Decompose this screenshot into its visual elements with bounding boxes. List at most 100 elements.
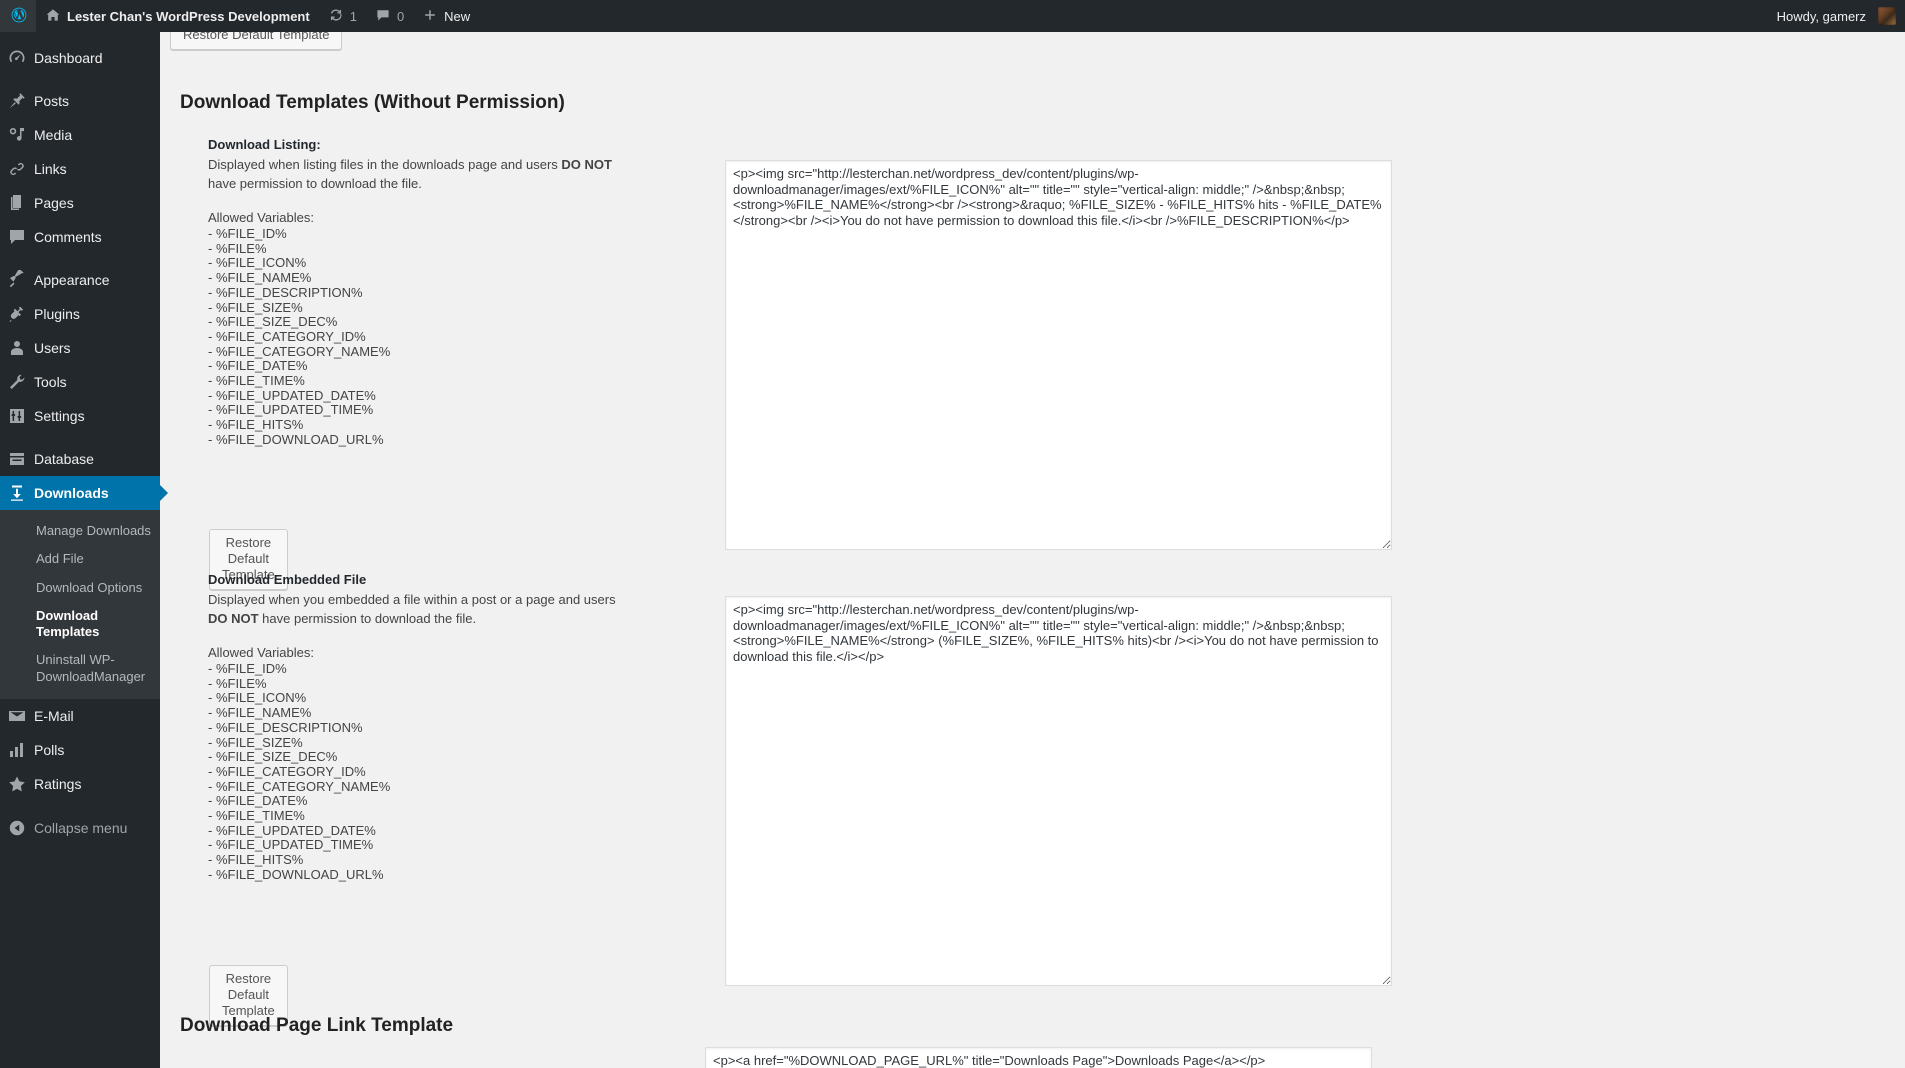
download-embedded-description: Displayed when you embedded a file withi…: [208, 590, 628, 629]
site-name-menu[interactable]: Lester Chan's WordPress Development: [36, 0, 319, 32]
sidebar-item-label: Settings: [34, 408, 85, 424]
variable-item: - %FILE_DESCRIPTION%: [208, 719, 363, 735]
sidebar-item-links[interactable]: Links: [0, 152, 160, 186]
comments-button[interactable]: 0: [366, 0, 413, 32]
sidebar-item-ratings[interactable]: Ratings: [0, 767, 160, 801]
sidebar-item-label: Pages: [34, 195, 74, 211]
sidebar-item-tools[interactable]: Tools: [0, 365, 160, 399]
wordpress-logo-button[interactable]: [0, 0, 36, 32]
database-icon: [0, 449, 34, 469]
sidebar-item-plugins[interactable]: Plugins: [0, 297, 160, 331]
sidebar-item-label: Dashboard: [34, 50, 103, 66]
menu-separator: [0, 75, 160, 84]
sidebar-item-label: Media: [34, 127, 73, 143]
download-embedded-label: Download Embedded File: [208, 572, 367, 587]
variable-item: - %FILE_CATEGORY_NAME%: [208, 343, 391, 359]
download-listing-description: Displayed when listing files in the down…: [208, 155, 628, 194]
download-icon: [0, 483, 34, 503]
variable-item: - %FILE_NAME%: [208, 705, 312, 721]
variable-item: - %FILE_DOWNLOAD_URL%: [208, 866, 384, 882]
updates-button[interactable]: 1: [319, 0, 366, 32]
appearance-brush-icon: [0, 270, 34, 290]
variable-item: - %FILE_SIZE%: [208, 734, 303, 750]
sidebar-item-settings[interactable]: Settings: [0, 399, 160, 433]
allowed-variables-title: Allowed Variables:: [208, 209, 314, 225]
variable-item: - %FILE_UPDATED_DATE%: [208, 822, 376, 838]
download-page-link-textarea[interactable]: [705, 1047, 1372, 1068]
submenu-item-manage-downloads[interactable]: Manage Downloads: [0, 517, 160, 545]
desc-part-2: have permission to download the file.: [258, 611, 477, 626]
sidebar-item-database[interactable]: Database: [0, 442, 160, 476]
download-embedded-textarea[interactable]: [725, 596, 1392, 986]
download-listing-textarea[interactable]: [725, 160, 1392, 550]
variable-item: - %FILE_SIZE_DEC%: [208, 314, 338, 330]
menu-separator: [0, 433, 160, 442]
page-title-download-page-link: Download Page Link Template: [180, 1015, 454, 1036]
sidebar-item-email[interactable]: E-Mail: [0, 699, 160, 733]
variable-item: - %FILE_SIZE%: [208, 299, 303, 315]
sidebar-item-media[interactable]: Media: [0, 118, 160, 152]
sidebar-item-appearance[interactable]: Appearance: [0, 263, 160, 297]
sidebar-item-label: Polls: [34, 741, 65, 758]
variable-item: - %FILE_ID%: [208, 226, 287, 241]
sidebar-item-polls[interactable]: Polls: [0, 733, 160, 767]
submenu-item-download-options[interactable]: Download Options: [0, 574, 160, 602]
sidebar-item-label: Posts: [34, 93, 70, 109]
page-title-without-permission: Download Templates (Without Permission): [180, 92, 565, 113]
sidebar-item-label: E-Mail: [34, 707, 74, 724]
variable-item: - %FILE_SIZE_DEC%: [208, 749, 338, 765]
variable-item: - %FILE_UPDATED_TIME%: [208, 837, 374, 853]
settings-sliders-icon: [0, 406, 34, 426]
allowed-variables-title: Allowed Variables:: [208, 644, 314, 660]
desc-part-1: Displayed when listing files in the down…: [208, 156, 562, 172]
sidebar-item-label: Appearance: [34, 272, 110, 288]
sidebar-item-label: Links: [34, 161, 67, 177]
admin-sidebar: Dashboard Posts Media Links Pages Commen…: [0, 32, 168, 1068]
sidebar-item-label: Tools: [34, 374, 67, 390]
home-icon: [45, 7, 61, 26]
restore-default-template-button-top[interactable]: Restore Default Template: [170, 32, 343, 50]
menu-spacer-top: [0, 32, 160, 41]
new-content-button[interactable]: New: [413, 0, 479, 32]
variable-item: - %FILE_TIME%: [208, 373, 305, 389]
content-area: Restore Default Template Download Templa…: [160, 32, 1905, 1068]
comment-icon: [0, 227, 34, 247]
sidebar-item-pages[interactable]: Pages: [0, 186, 160, 220]
sidebar-item-comments[interactable]: Comments: [0, 220, 160, 254]
dashboard-icon: [0, 48, 34, 68]
variable-item: - %FILE%: [208, 240, 267, 256]
star-icon: [0, 774, 34, 794]
download-listing-label-column: Download Listing: Displayed when listing…: [208, 135, 628, 448]
menu-separator: [0, 254, 160, 263]
sidebar-item-users[interactable]: Users: [0, 331, 160, 365]
plus-icon: [422, 7, 438, 26]
avatar: [1878, 7, 1896, 25]
new-content-label: New: [444, 8, 471, 24]
variable-item: - %FILE_CATEGORY_ID%: [208, 763, 366, 779]
my-account-menu[interactable]: Howdy, gamerz: [1768, 0, 1905, 32]
submenu-item-download-templates[interactable]: Download Templates: [0, 602, 160, 647]
howdy-label: Howdy, gamerz: [1776, 8, 1866, 24]
sidebar-item-dashboard[interactable]: Dashboard: [0, 41, 160, 75]
downloads-submenu: Manage Downloads Add File Download Optio…: [0, 510, 160, 699]
collapse-menu-button[interactable]: Collapse menu: [0, 811, 160, 845]
updates-icon: [328, 7, 344, 26]
sidebar-item-downloads[interactable]: Downloads: [0, 476, 168, 510]
sidebar-item-label: Plugins: [34, 306, 80, 322]
variable-item: - %FILE%: [208, 675, 267, 691]
desc-part-1: Displayed when you embedded a file withi…: [208, 591, 616, 607]
variable-item: - %FILE_ICON%: [208, 255, 307, 271]
allowed-variables-list-2: - %FILE_ID% - %FILE% - %FILE_ICON% - %FI…: [208, 661, 628, 883]
variable-item: - %FILE_ICON%: [208, 690, 307, 706]
sidebar-item-posts[interactable]: Posts: [0, 84, 160, 118]
envelope-icon: [0, 706, 34, 726]
updates-count: 1: [349, 8, 357, 24]
sidebar-item-label: Ratings: [34, 775, 82, 792]
download-embedded-label-column: Download Embedded File Displayed when yo…: [208, 570, 628, 883]
submenu-item-uninstall-wp-downloadmanager[interactable]: Uninstall WP-DownloadManager: [0, 646, 160, 691]
desc-part-2: have permission to download the file.: [208, 176, 422, 191]
desc-emphasis: DO NOT: [561, 156, 612, 172]
submenu-item-add-file[interactable]: Add File: [0, 545, 160, 573]
variable-item: - %FILE_DATE%: [208, 358, 308, 374]
collapse-arrow-icon: [0, 819, 34, 837]
